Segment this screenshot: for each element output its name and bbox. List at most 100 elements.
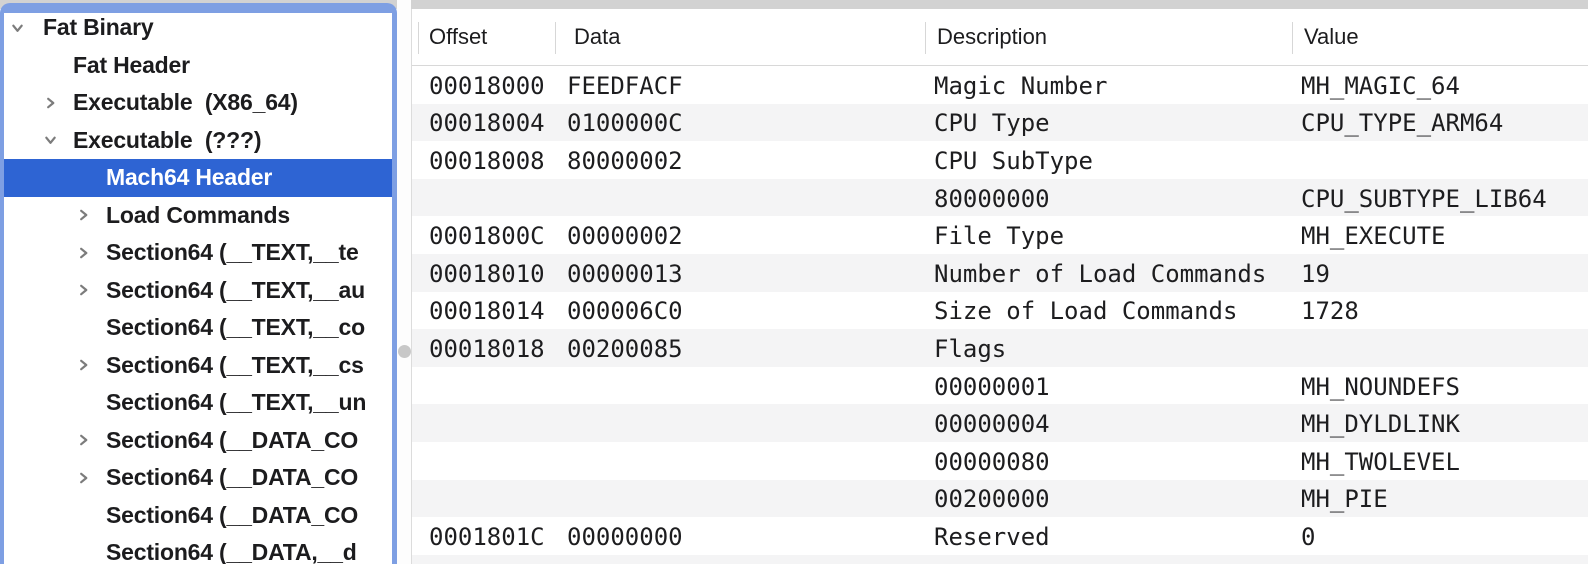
cell-offset: 0001801C: [429, 517, 545, 555]
tree-item-label: Section64 (__TEXT,__te: [106, 239, 359, 266]
cell-description: 00000080: [934, 442, 1050, 480]
tree-item-label: Section64 (__TEXT,__cs: [106, 352, 364, 379]
cell-offset: 00018008: [429, 141, 545, 179]
splitter-drag-handle[interactable]: [398, 345, 411, 358]
column-separator: [418, 22, 419, 54]
cell-value: 19: [1301, 254, 1330, 292]
table-row[interactable]: 00018008 80000002 CPU SubType: [412, 141, 1588, 179]
table-row[interactable]: 00018010 00000013 Number of Load Commands 1…: [412, 254, 1588, 292]
tree-item-section64-data-co[interactable]: Section64 (__DATA_CO: [4, 422, 392, 460]
chevron-right-icon[interactable]: [75, 432, 91, 448]
chevron-right-icon[interactable]: [75, 245, 91, 261]
cell-description: CPU SubType: [934, 141, 1093, 179]
tree-item-executable[interactable]: Executable (???): [4, 122, 392, 160]
column-header-description[interactable]: Description: [937, 9, 1047, 65]
tree-item-executable-x86-64[interactable]: Executable (X86_64): [4, 84, 392, 122]
column-header-offset[interactable]: Offset: [429, 9, 487, 65]
table-row[interactable]: 00000001 MH_NOUNDEFS: [412, 367, 1588, 405]
cell-value: CPU_TYPE_ARM64: [1301, 104, 1503, 142]
table-row[interactable]: 00018014000006C0Size of Load Commands172…: [412, 292, 1588, 330]
tree-item-fat-header[interactable]: Fat Header: [4, 47, 392, 85]
column-header-data[interactable]: Data: [574, 9, 620, 65]
cell-data: 00000002: [567, 216, 683, 254]
cell-data: 00200085: [567, 329, 683, 367]
cell-value: MH_TWOLEVEL: [1301, 442, 1460, 480]
table-row[interactable]: 0001801C00000000Reserved0: [412, 517, 1588, 555]
outline-sidebar: Fat Binary Fat HeaderExecutable (X86_64) E…: [0, 3, 397, 564]
data-table: Offset Data Description Value 00018000 FE…: [411, 9, 1588, 564]
tree-item-label: Section64 (__TEXT,__co: [106, 314, 365, 341]
cell-value: MH_NOUNDEFS: [1301, 367, 1460, 405]
tree-item-label: Load Commands: [106, 202, 290, 229]
tree: Fat Binary Fat HeaderExecutable (X86_64) E…: [4, 13, 392, 564]
column-separator: [1292, 22, 1293, 54]
cell-description: Flags: [934, 329, 1006, 367]
tree-item-label: Section64 (__DATA_CO: [106, 427, 358, 454]
cell-offset: 00018004: [429, 104, 545, 142]
tree-item-section64-data-co[interactable]: Section64 (__DATA_CO: [4, 497, 392, 535]
tree-item-load-commands[interactable]: Load Commands: [4, 197, 392, 235]
tree-item-label: Section64 (__TEXT,__un: [106, 389, 366, 416]
column-separator: [925, 22, 926, 54]
cell-description: File Type: [934, 216, 1064, 254]
chevron-right-icon[interactable]: [75, 282, 91, 298]
chevron-down-icon[interactable]: [42, 132, 58, 148]
cell-data: 000006C0: [567, 292, 683, 330]
tree-item-label: Section64 (__DATA_CO: [106, 502, 358, 529]
cell-description: Number of Load Commands: [934, 254, 1266, 292]
tree-item-section64-data-co[interactable]: Section64 (__DATA_CO: [4, 459, 392, 497]
cell-value: 1728: [1301, 292, 1359, 330]
table-body: 00018000FEEDFACFMagic NumberMH_MAGIC_640…: [412, 66, 1588, 564]
cell-description: 00000004: [934, 404, 1050, 442]
cell-description: Size of Load Commands: [934, 292, 1237, 330]
cell-value: MH_DYLDLINK: [1301, 404, 1460, 442]
tree-item-section64-text-te[interactable]: Section64 (__TEXT,__te: [4, 234, 392, 272]
tree-item-label: Fat Binary: [43, 14, 153, 41]
tree-item-section64-text-au[interactable]: Section64 (__TEXT,__au: [4, 272, 392, 310]
tree-item-label: Mach64 Header: [106, 164, 272, 191]
cell-data: FEEDFACF: [567, 66, 683, 104]
table-row[interactable]: 00018000FEEDFACFMagic NumberMH_MAGIC_64: [412, 66, 1588, 104]
table-row[interactable]: 00018004 0100000C CPU Type CPU_TYPE_ARM64: [412, 104, 1588, 142]
tree-item-label: Section64 (__DATA_CO: [106, 464, 358, 491]
cell-value: MH_EXECUTE: [1301, 216, 1446, 254]
tree-item-label: Executable (???): [73, 127, 261, 154]
cell-description: 00000001: [934, 367, 1050, 405]
chevron-down-icon[interactable]: [9, 20, 25, 36]
cell-description: CPU Type: [934, 104, 1050, 142]
cell-description: 80000000: [934, 179, 1050, 217]
tree-item-section64-text-co[interactable]: Section64 (__TEXT,__co: [4, 309, 392, 347]
cell-offset: 00018010: [429, 254, 545, 292]
table-row[interactable]: 00000080 MH_TWOLEVEL: [412, 442, 1588, 480]
tree-item-fat-binary[interactable]: Fat Binary: [4, 13, 392, 47]
tree-item-mach64-header[interactable]: Mach64 Header: [4, 159, 392, 197]
table-row[interactable]: 80000000 CPU_SUBTYPE_LIB64: [412, 179, 1588, 217]
cell-data: 0100000C: [567, 104, 683, 142]
chevron-right-icon[interactable]: [75, 207, 91, 223]
tree-item-label: Section64 (__TEXT,__au: [106, 277, 365, 304]
column-header-value[interactable]: Value: [1304, 9, 1359, 65]
cell-value: MH_PIE: [1301, 480, 1388, 518]
chevron-right-icon[interactable]: [75, 357, 91, 373]
chevron-right-icon[interactable]: [75, 470, 91, 486]
cell-data: 80000002: [567, 141, 683, 179]
cell-value: 0: [1301, 517, 1315, 555]
tree-item-section64-text-cs[interactable]: Section64 (__TEXT,__cs: [4, 347, 392, 385]
tree-item-section64-data-d[interactable]: Section64 (__DATA,__d: [4, 534, 392, 564]
cell-value: MH_MAGIC_64: [1301, 66, 1460, 104]
table-header: Offset Data Description Value: [412, 9, 1588, 66]
cell-data: 00000000: [567, 517, 683, 555]
table-row[interactable]: 0001800C 00000002 File Type MH_EXECUTE: [412, 216, 1588, 254]
cell-offset: 00018000: [429, 66, 545, 104]
cell-value: CPU_SUBTYPE_LIB64: [1301, 179, 1547, 217]
tree-item-section64-text-un[interactable]: Section64 (__TEXT,__un: [4, 384, 392, 422]
table-row[interactable]: 00200000 MH_PIE: [412, 480, 1588, 518]
table-row[interactable]: 00000004 MH_DYLDLINK: [412, 404, 1588, 442]
split-view-divider[interactable]: [397, 0, 411, 564]
chevron-right-icon[interactable]: [42, 95, 58, 111]
cell-offset: 0001800C: [429, 216, 545, 254]
cell-data: 00000013: [567, 254, 683, 292]
table-row-partial: [412, 555, 1588, 564]
table-row[interactable]: 0001801800200085Flags: [412, 329, 1588, 367]
cell-description: 00200000: [934, 480, 1050, 518]
